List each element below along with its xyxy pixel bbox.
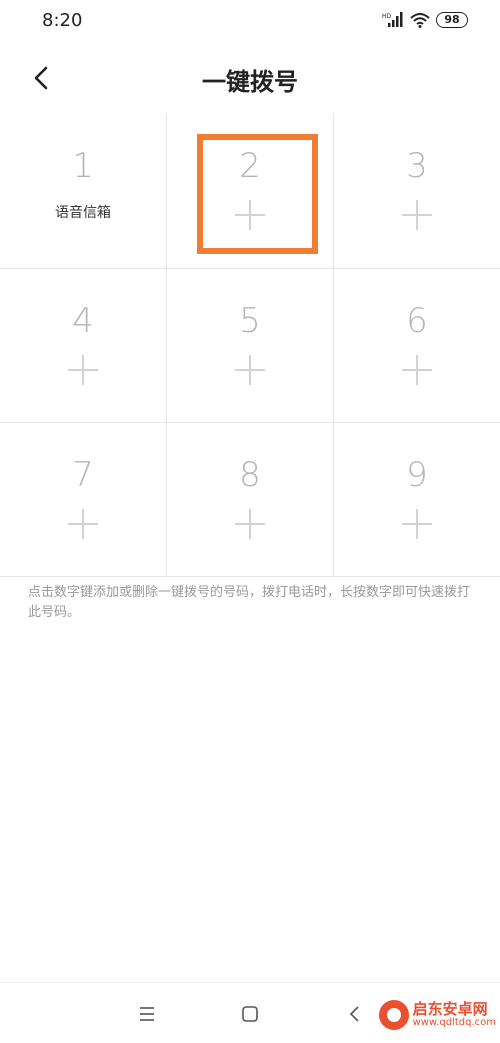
speed-dial-key-6[interactable]: 6 bbox=[334, 269, 500, 423]
add-icon bbox=[68, 355, 98, 385]
speed-dial-key-9[interactable]: 9 bbox=[334, 423, 500, 577]
speed-dial-key-8[interactable]: 8 bbox=[167, 423, 333, 577]
nav-back-button[interactable] bbox=[340, 999, 370, 1029]
key-label-voicemail: 语音信箱 bbox=[55, 205, 111, 221]
key-number: 1 bbox=[72, 146, 94, 186]
watermark-logo-icon bbox=[378, 1000, 409, 1030]
speed-dial-key-3[interactable]: 3 bbox=[334, 114, 500, 268]
speed-dial-key-4[interactable]: 4 bbox=[0, 269, 166, 423]
watermark: 启东安卓网 www.qdltdq.com bbox=[378, 1000, 496, 1030]
status-icons: HD 98 bbox=[382, 12, 468, 28]
add-icon bbox=[402, 200, 432, 230]
watermark-url: www.qdltdq.com bbox=[412, 1017, 496, 1028]
key-number: 4 bbox=[72, 301, 94, 341]
battery-indicator: 98 bbox=[436, 12, 468, 28]
key-number: 6 bbox=[406, 301, 428, 341]
status-bar: 8:20 HD 98 bbox=[0, 0, 500, 44]
home-icon bbox=[242, 1006, 258, 1022]
header: 一键拨号 bbox=[0, 44, 500, 114]
signal-label: HD bbox=[382, 13, 392, 20]
key-number: 5 bbox=[239, 301, 261, 341]
status-time: 8:20 bbox=[42, 10, 83, 31]
highlight-box bbox=[197, 134, 318, 254]
page-title: 一键拨号 bbox=[202, 68, 298, 96]
speed-dial-key-1[interactable]: 1 语音信箱 bbox=[0, 114, 166, 268]
add-icon bbox=[402, 509, 432, 539]
signal-icon: HD bbox=[382, 12, 403, 27]
menu-icon bbox=[140, 1007, 154, 1021]
speed-dial-key-5[interactable]: 5 bbox=[167, 269, 333, 423]
key-number: 3 bbox=[406, 146, 428, 186]
hint-text: 点击数字键添加或删除一键拨号的号码，拨打电话时，长按数字即可快速拨打此号码。 bbox=[28, 585, 471, 620]
menu-button[interactable] bbox=[132, 999, 162, 1029]
watermark-text: 启东安卓网 www.qdltdq.com bbox=[413, 1001, 496, 1029]
watermark-title: 启东安卓网 bbox=[412, 1000, 488, 1018]
key-number: 7 bbox=[72, 455, 94, 495]
key-number: 8 bbox=[239, 455, 261, 495]
add-icon bbox=[235, 355, 265, 385]
back-triangle-icon bbox=[349, 1006, 359, 1022]
wifi-icon bbox=[410, 13, 430, 28]
add-icon bbox=[68, 509, 98, 539]
add-icon bbox=[402, 355, 432, 385]
key-number: 9 bbox=[406, 455, 428, 495]
speed-dial-key-7[interactable]: 7 bbox=[0, 423, 166, 577]
add-icon bbox=[235, 509, 265, 539]
home-button[interactable] bbox=[235, 999, 265, 1029]
